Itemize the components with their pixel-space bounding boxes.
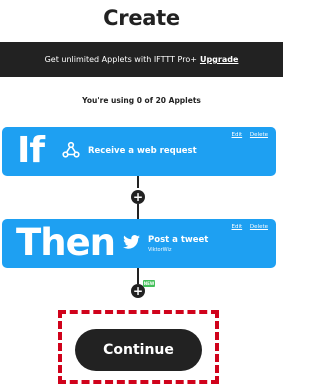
trigger-action-title: Receive a web request xyxy=(88,146,197,156)
if-label: If xyxy=(17,130,45,171)
new-badge: NEW xyxy=(143,280,155,287)
if-edit-link[interactable]: Edit xyxy=(232,132,243,138)
if-trigger-card[interactable]: If Receive a web request Edit Delete xyxy=(2,127,276,176)
page-title: Create xyxy=(103,6,180,30)
promo-bar: Get unlimited Applets with IFTTT Pro+ Up… xyxy=(0,42,283,77)
then-edit-links: Edit Delete xyxy=(226,224,268,230)
if-delete-link[interactable]: Delete xyxy=(250,132,268,138)
then-delete-link[interactable]: Delete xyxy=(250,224,268,230)
webhooks-icon xyxy=(62,141,80,158)
continue-button[interactable]: Continue xyxy=(75,329,202,371)
upgrade-link[interactable]: Upgrade xyxy=(200,55,238,64)
applet-usage-text: You're using 0 of 20 Applets xyxy=(82,96,201,105)
connector-line xyxy=(137,204,139,219)
then-action-title: Post a tweet xyxy=(148,235,209,245)
then-action-card[interactable]: Then Post a tweet ViktorWiz Edit Delete xyxy=(2,219,276,268)
add-step-button[interactable]: + xyxy=(131,190,145,204)
connector-line xyxy=(137,268,139,284)
then-label: Then xyxy=(16,221,116,264)
twitter-account: ViktorWiz xyxy=(148,247,172,253)
if-edit-links: Edit Delete xyxy=(226,132,268,138)
then-edit-link[interactable]: Edit xyxy=(232,224,243,230)
twitter-icon xyxy=(123,235,140,249)
connector-line xyxy=(137,176,139,188)
promo-text: Get unlimited Applets with IFTTT Pro+ xyxy=(44,55,197,64)
